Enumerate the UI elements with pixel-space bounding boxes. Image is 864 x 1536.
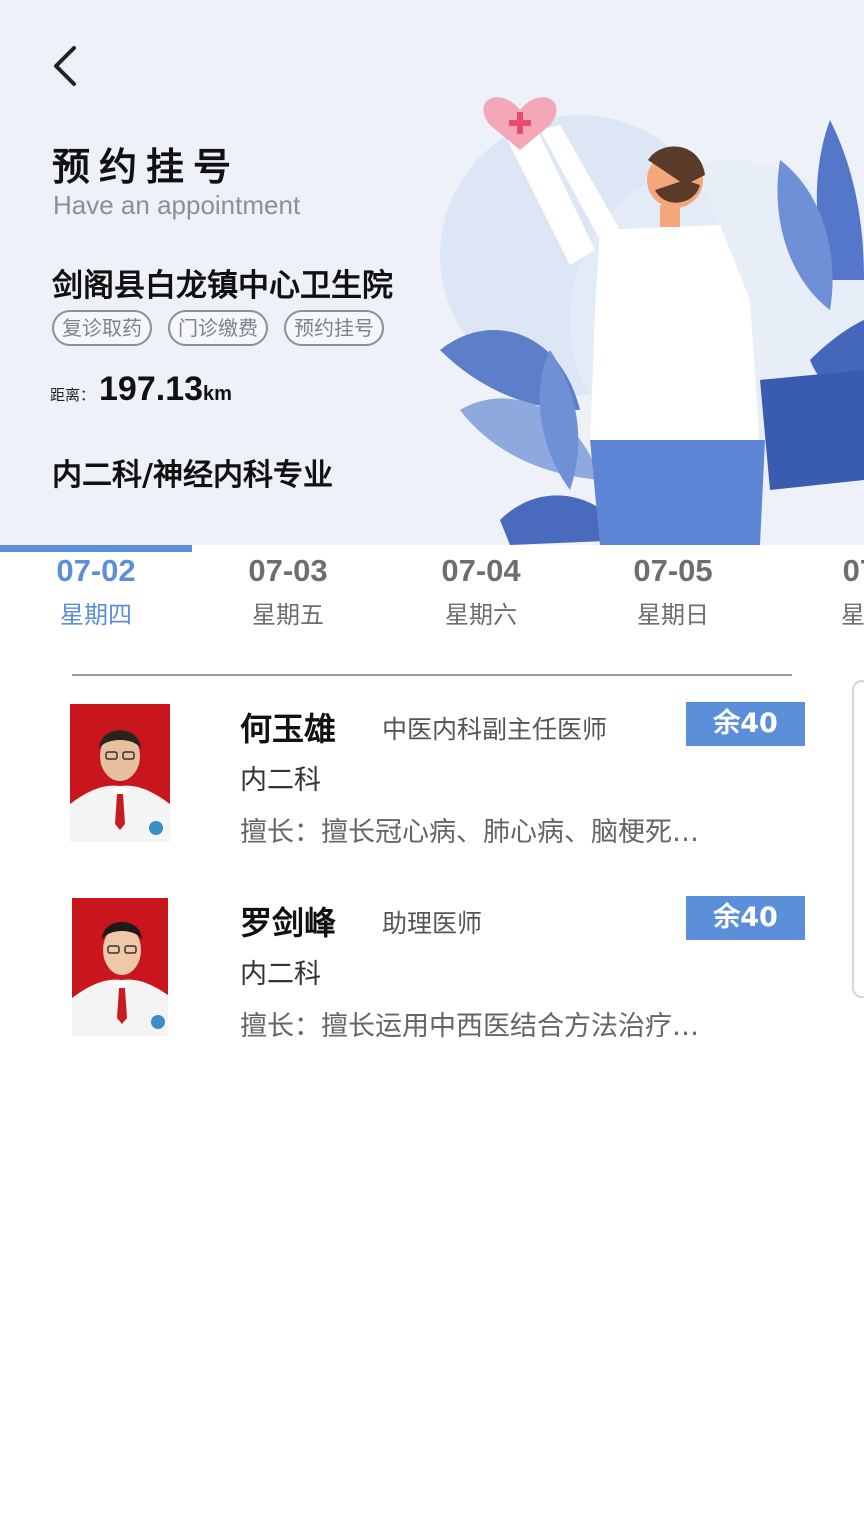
date-tab-07-04[interactable]: 07-04 星期六 bbox=[385, 553, 577, 630]
tab-weekday: 星期日 bbox=[637, 601, 709, 629]
tag-prescription-refill[interactable]: 复诊取药 bbox=[52, 310, 152, 346]
tab-date: 07- bbox=[842, 553, 864, 588]
doctor-name: 何玉雄 bbox=[240, 710, 337, 748]
remaining-slots-badge[interactable]: 余40 bbox=[686, 702, 805, 746]
doctor-title: 助理医师 bbox=[382, 909, 483, 938]
tag-appointment[interactable]: 预约挂号 bbox=[284, 310, 384, 346]
tab-date: 07-05 bbox=[633, 553, 713, 588]
date-tab-07-05[interactable]: 07-05 星期日 bbox=[577, 553, 769, 630]
remaining-slots-badge[interactable]: 余40 bbox=[686, 896, 805, 940]
date-tab-07-02[interactable]: 07-02 星期四 bbox=[0, 553, 192, 630]
doctor-specialty: 擅长：擅长冠心病、肺心病、脑梗死… bbox=[240, 817, 699, 848]
doctor-department: 内二科 bbox=[240, 959, 321, 990]
doctor-card[interactable]: 罗剑峰 助理医师 余40 内二科 擅长：擅长运用中西医结合方法治疗… bbox=[0, 894, 864, 1044]
tab-weekday: 星期五 bbox=[252, 601, 324, 629]
doctor-title: 中医内科副主任医师 bbox=[382, 715, 608, 744]
side-scroll-handle[interactable] bbox=[852, 680, 864, 998]
tab-weekday: 星期 bbox=[841, 601, 864, 629]
doctor-avatar bbox=[72, 898, 168, 1036]
chevron-left-icon bbox=[54, 46, 76, 86]
distance-unit: km bbox=[203, 383, 232, 405]
distance-info: 距离： 197.13 km bbox=[50, 370, 232, 409]
back-button[interactable] bbox=[44, 40, 88, 92]
doctor-illustration bbox=[440, 97, 864, 545]
date-tab-bar: 07-02 星期四 07-03 星期五 07-04 星期六 07-05 星期日 … bbox=[0, 545, 864, 645]
distance-value: 197.13 bbox=[99, 370, 204, 408]
tab-date: 07-03 bbox=[248, 553, 328, 588]
hospital-name: 剑阁县白龙镇中心卫生院 bbox=[52, 268, 393, 304]
date-tab-next[interactable]: 07- 星期 bbox=[769, 553, 864, 630]
list-divider bbox=[72, 674, 792, 676]
tab-weekday: 星期六 bbox=[445, 601, 517, 629]
department-name: 内二科/神经内科专业 bbox=[52, 458, 333, 493]
service-tags: 复诊取药 门诊缴费 预约挂号 bbox=[52, 310, 384, 346]
tab-date: 07-04 bbox=[441, 553, 521, 588]
page-title: 预约挂号 bbox=[52, 145, 241, 189]
doctor-card[interactable]: 何玉雄 中医内科副主任医师 余40 内二科 擅长：擅长冠心病、肺心病、脑梗死… bbox=[0, 700, 864, 850]
doctor-specialty: 擅长：擅长运用中西医结合方法治疗… bbox=[240, 1011, 699, 1042]
tab-weekday: 星期四 bbox=[60, 601, 132, 629]
tab-date: 07-02 bbox=[56, 553, 136, 588]
active-tab-indicator bbox=[0, 545, 192, 552]
tag-outpatient-payment[interactable]: 门诊缴费 bbox=[168, 310, 268, 346]
page-header: 预约挂号 Have an appointment 剑阁县白龙镇中心卫生院 复诊取… bbox=[0, 0, 864, 545]
distance-label: 距离： bbox=[50, 386, 96, 404]
doctor-photo-icon bbox=[70, 704, 170, 842]
page-subtitle: Have an appointment bbox=[53, 190, 301, 220]
date-tab-07-03[interactable]: 07-03 星期五 bbox=[192, 553, 384, 630]
doctor-avatar bbox=[70, 704, 170, 842]
doctor-department: 内二科 bbox=[240, 765, 321, 796]
doctor-photo-icon bbox=[72, 898, 168, 1036]
doctor-name: 罗剑峰 bbox=[240, 904, 337, 942]
